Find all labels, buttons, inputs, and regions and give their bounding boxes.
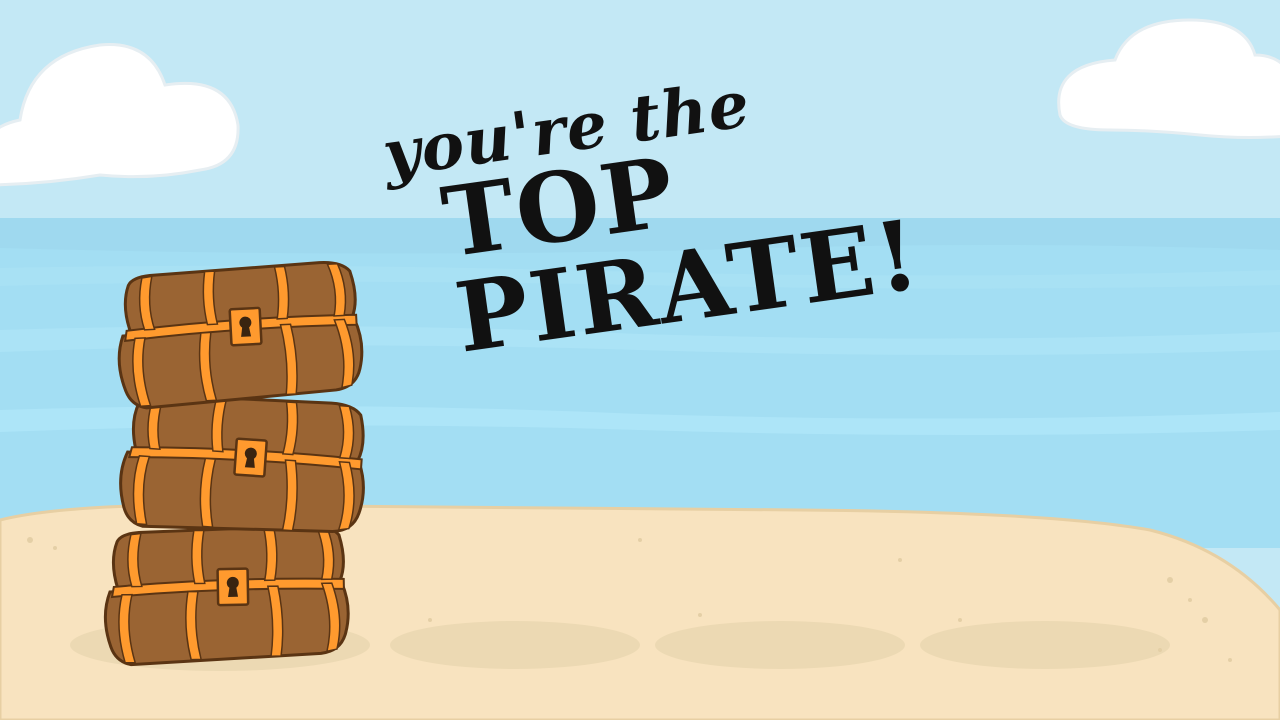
game-scene: you're the TOP PIRATE! [0,0,1280,720]
treasure-chest-top [113,259,366,411]
empty-slot-3 [920,621,1170,669]
treasure-chest-bottom [102,523,351,667]
treasure-chest-stack [95,259,371,670]
empty-slot-1 [390,621,640,669]
empty-slot-2 [655,621,905,669]
treasure-chest-middle [116,387,371,543]
